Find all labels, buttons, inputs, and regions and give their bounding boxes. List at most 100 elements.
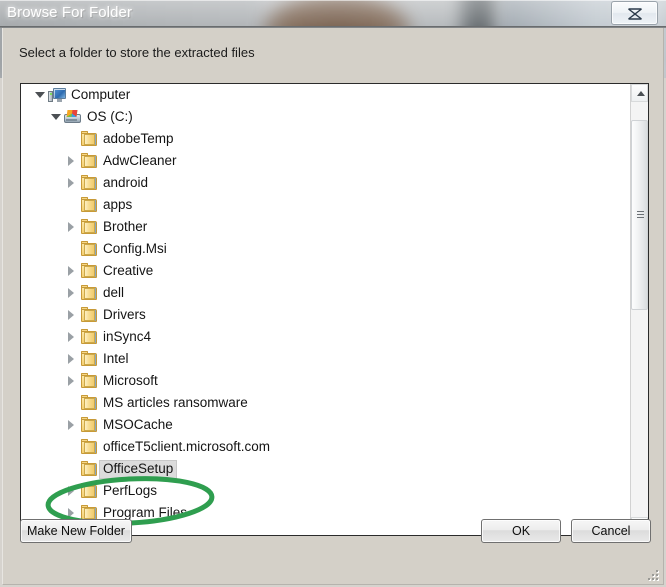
tree-vertical-scrollbar[interactable] bbox=[630, 84, 648, 535]
folder-icon-wrap bbox=[79, 460, 99, 478]
tree-item-brother[interactable]: Brother bbox=[21, 216, 631, 238]
cancel-button[interactable]: Cancel bbox=[571, 519, 651, 543]
folder-icon bbox=[81, 373, 97, 388]
folder-tree-list: Computer OS (C:) adobeTemp AdwCleaner androi… bbox=[21, 84, 631, 535]
tree-item-label: android bbox=[103, 174, 149, 190]
tree-item-apps[interactable]: apps bbox=[21, 194, 631, 216]
tree-item-label: adobeTemp bbox=[103, 130, 174, 146]
tree-item-intel[interactable]: Intel bbox=[21, 348, 631, 370]
tree-item-label: Config.Msi bbox=[103, 240, 167, 256]
folder-icon bbox=[81, 175, 97, 190]
tree-item-label: Brother bbox=[103, 218, 148, 234]
tree-item-officesetup[interactable]: OfficeSetup bbox=[21, 458, 631, 480]
tree-item-microsoft[interactable]: Microsoft bbox=[21, 370, 631, 392]
drive-icon-wrap bbox=[63, 108, 83, 126]
tree-item-label: AdwCleaner bbox=[103, 152, 177, 168]
computer-icon bbox=[48, 88, 66, 103]
folder-icon bbox=[81, 417, 97, 432]
resize-grip-icon[interactable] bbox=[646, 568, 660, 582]
tree-item-os-c[interactable]: OS (C:) bbox=[21, 106, 631, 128]
folder-icon bbox=[81, 241, 97, 256]
folder-icon-wrap bbox=[79, 284, 99, 302]
folder-tree-panel[interactable]: Computer OS (C:) adobeTemp AdwCleaner androi… bbox=[20, 83, 649, 536]
folder-icon bbox=[81, 329, 97, 344]
tree-item-config-msi[interactable]: Config.Msi bbox=[21, 238, 631, 260]
expander-open-icon[interactable] bbox=[31, 84, 47, 106]
expander-collapsed-icon[interactable] bbox=[63, 326, 79, 348]
folder-icon bbox=[81, 483, 97, 498]
folder-icon-wrap bbox=[79, 262, 99, 280]
folder-icon bbox=[81, 219, 97, 234]
folder-icon-wrap bbox=[79, 482, 99, 500]
folder-icon bbox=[81, 153, 97, 168]
scroll-up-arrow-icon bbox=[637, 91, 645, 96]
expander-collapsed-icon[interactable] bbox=[63, 304, 79, 326]
expander-collapsed-icon[interactable] bbox=[63, 216, 79, 238]
folder-icon bbox=[81, 285, 97, 300]
tree-item-label: MS articles ransomware bbox=[103, 394, 248, 410]
tree-item-creative[interactable]: Creative bbox=[21, 260, 631, 282]
tree-item-dell[interactable]: dell bbox=[21, 282, 631, 304]
tree-item-insync4[interactable]: inSync4 bbox=[21, 326, 631, 348]
drive-icon bbox=[64, 110, 82, 124]
expander-collapsed-icon[interactable] bbox=[63, 348, 79, 370]
tree-item-label: Drivers bbox=[103, 306, 146, 322]
tree-item-computer[interactable]: Computer bbox=[21, 84, 631, 106]
folder-icon-wrap bbox=[79, 394, 99, 412]
folder-icon-wrap bbox=[79, 174, 99, 192]
tree-item-drivers[interactable]: Drivers bbox=[21, 304, 631, 326]
scrollbar-grip-icon bbox=[637, 211, 644, 220]
folder-icon bbox=[81, 395, 97, 410]
folder-icon bbox=[81, 351, 97, 366]
tree-item-label: dell bbox=[103, 284, 125, 300]
folder-icon-wrap bbox=[79, 152, 99, 170]
expander-collapsed-icon[interactable] bbox=[63, 370, 79, 392]
expander-collapsed-icon[interactable] bbox=[63, 150, 79, 172]
tree-item-label: MSOCache bbox=[103, 416, 173, 432]
folder-icon-wrap bbox=[79, 328, 99, 346]
folder-icon-wrap bbox=[79, 240, 99, 258]
instruction-label: Select a folder to store the extracted f… bbox=[19, 45, 255, 60]
expander-collapsed-icon[interactable] bbox=[63, 260, 79, 282]
folder-icon bbox=[81, 263, 97, 278]
tree-item-adobetemp[interactable]: adobeTemp bbox=[21, 128, 631, 150]
tree-item-label: Intel bbox=[103, 350, 129, 366]
ok-button[interactable]: OK bbox=[481, 519, 561, 543]
expander-collapsed-icon[interactable] bbox=[63, 172, 79, 194]
folder-icon-wrap bbox=[79, 306, 99, 324]
folder-icon-wrap bbox=[79, 350, 99, 368]
dialog-client-area: Select a folder to store the extracted f… bbox=[2, 28, 664, 585]
scrollbar-thumb[interactable] bbox=[631, 120, 648, 310]
tree-item-perflogs[interactable]: PerfLogs bbox=[21, 480, 631, 502]
tree-item-officet5client-microsoft-com[interactable]: officeT5client.microsoft.com bbox=[21, 436, 631, 458]
tree-item-label: OfficeSetup bbox=[99, 459, 178, 479]
tree-item-label: PerfLogs bbox=[103, 482, 158, 498]
tree-item-adwcleaner[interactable]: AdwCleaner bbox=[21, 150, 631, 172]
make-new-folder-button[interactable]: Make New Folder bbox=[20, 519, 132, 543]
window-title: Browse For Folder bbox=[7, 4, 133, 21]
folder-icon-wrap bbox=[79, 196, 99, 214]
expander-collapsed-icon[interactable] bbox=[63, 414, 79, 436]
folder-icon bbox=[81, 461, 97, 476]
expander-collapsed-icon[interactable] bbox=[63, 282, 79, 304]
expander-collapsed-icon[interactable] bbox=[63, 480, 79, 502]
folder-icon bbox=[81, 439, 97, 454]
tree-item-android[interactable]: android bbox=[21, 172, 631, 194]
close-button[interactable] bbox=[611, 1, 658, 25]
folder-icon-wrap bbox=[79, 416, 99, 434]
folder-icon-wrap bbox=[79, 372, 99, 390]
expander-open-icon[interactable] bbox=[47, 106, 63, 128]
folder-icon-wrap bbox=[79, 218, 99, 236]
tree-item-label: officeT5client.microsoft.com bbox=[103, 438, 271, 454]
tree-item-ms-articles-ransomware[interactable]: MS articles ransomware bbox=[21, 392, 631, 414]
folder-icon-wrap bbox=[79, 438, 99, 456]
scroll-up-button[interactable] bbox=[631, 84, 648, 102]
folder-icon-wrap bbox=[79, 130, 99, 148]
tree-item-msocache[interactable]: MSOCache bbox=[21, 414, 631, 436]
